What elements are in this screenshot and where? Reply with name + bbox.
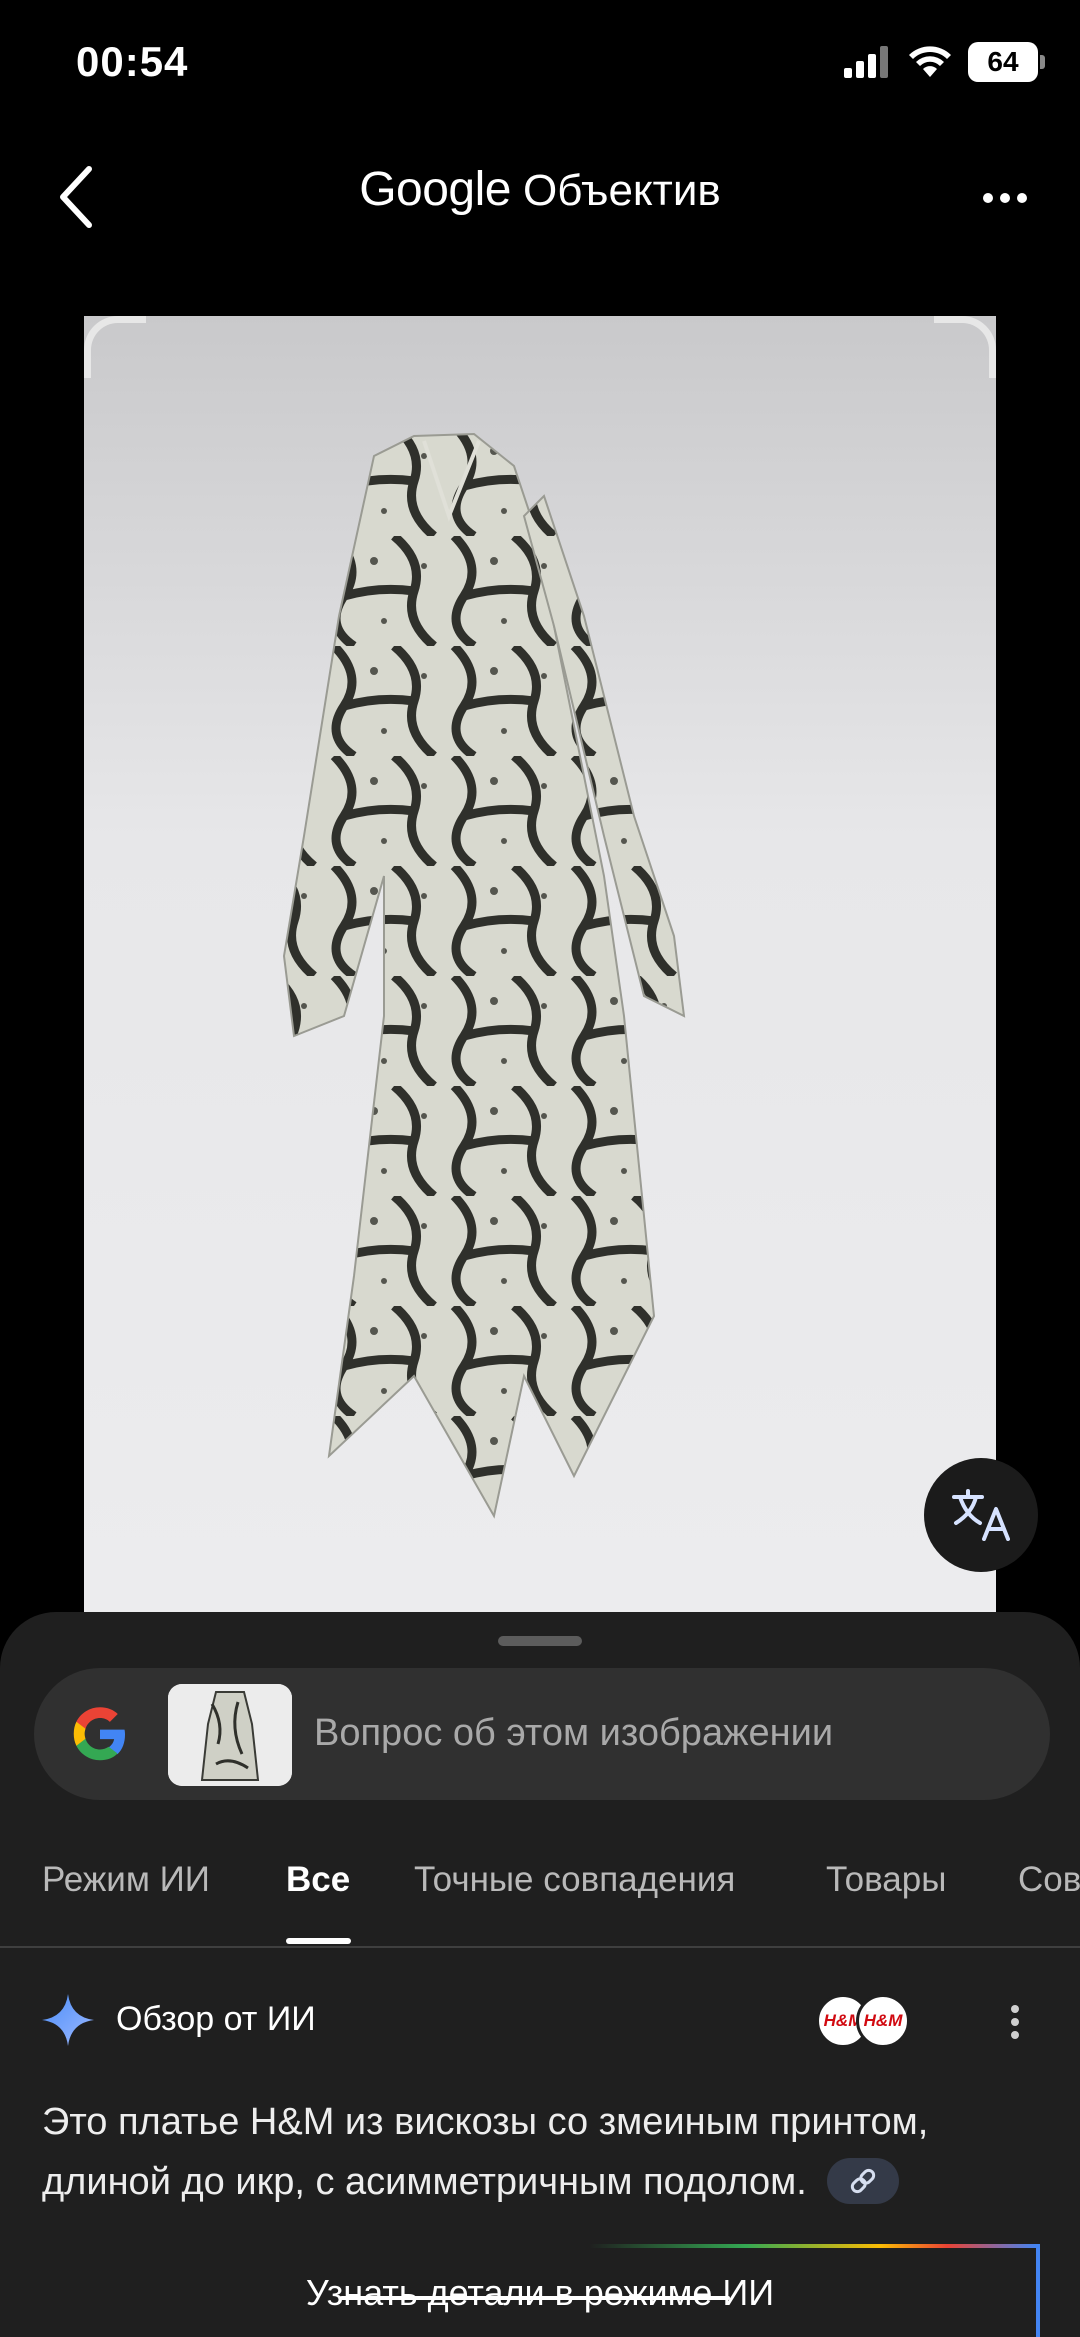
google-g-icon [73,1707,125,1761]
more-vertical-icon [1011,2005,1019,2039]
source-logo-hm-2: H&M [856,1994,910,2048]
source-avatars[interactable]: H&M H&M [816,1994,912,2050]
sheet-drag-handle[interactable] [498,1636,582,1646]
ai-sparkle-icon [42,1994,94,2046]
status-icons: 64 [844,42,1045,82]
results-tabs: Режим ИИ Все Точные совпадения Товары Со… [0,1852,1080,1948]
source-link-chip[interactable] [827,2158,900,2204]
wifi-icon [909,46,951,77]
crop-corner-top-left[interactable] [84,316,146,378]
tab-all[interactable]: Все [286,1860,350,1900]
status-bar: 00:54 64 [0,0,1080,130]
more-horizontal-icon [983,193,1027,203]
active-tab-indicator [286,1938,351,1944]
link-icon [851,2168,876,2194]
screen: 00:54 64 Google Объектив Вопрос об этом … [0,0,1080,2337]
image-thumbnail[interactable] [168,1684,292,1786]
ai-overview-body: Это платье H&M из вискозы со змеиным при… [42,2101,929,2203]
ai-mode-label-text: Узнать детали в режиме ИИ [305,2272,775,2313]
ai-overview-header: Обзор от ИИ H&M H&M [40,1988,1040,2058]
search-placeholder: Вопрос об этом изображении [314,1712,834,1754]
searched-image[interactable] [84,316,996,1616]
battery-icon: 64 [968,42,1045,82]
tab-exact-matches[interactable]: Точные совпадения [414,1860,735,1900]
tab-more-partial[interactable]: Сов [1018,1860,1080,1900]
translate-button[interactable] [924,1458,1038,1572]
tab-products[interactable]: Товары [826,1860,946,1900]
ai-overview-text: Это платье H&M из вискозы со змеиным при… [42,2092,1052,2212]
app-header: Google Объектив [0,140,1080,250]
results-sheet: Вопрос об этом изображении Режим ИИ Все … [0,1612,1080,2337]
tab-ai-mode[interactable]: Режим ИИ [42,1860,210,1900]
overview-more-button[interactable] [1000,2000,1030,2044]
ai-overview-title: Обзор от ИИ [116,2000,316,2038]
ai-mode-label: Узнать детали в режиме ИИ [0,2272,1080,2314]
google-wordmark: Google [359,163,511,216]
page-title: Google Объектив [0,162,1080,217]
dress-image [282,432,686,1519]
search-bar[interactable]: Вопрос об этом изображении [34,1668,1050,1800]
lens-title: Объектив [522,166,721,215]
cellular-signal-icon [844,46,888,78]
ai-mode-label-overlay-line [340,2296,730,2300]
status-time: 00:54 [76,38,189,85]
dress-thumbnail-image [168,1684,292,1786]
translate-icon [952,1489,1010,1541]
more-options-button[interactable] [970,168,1040,228]
